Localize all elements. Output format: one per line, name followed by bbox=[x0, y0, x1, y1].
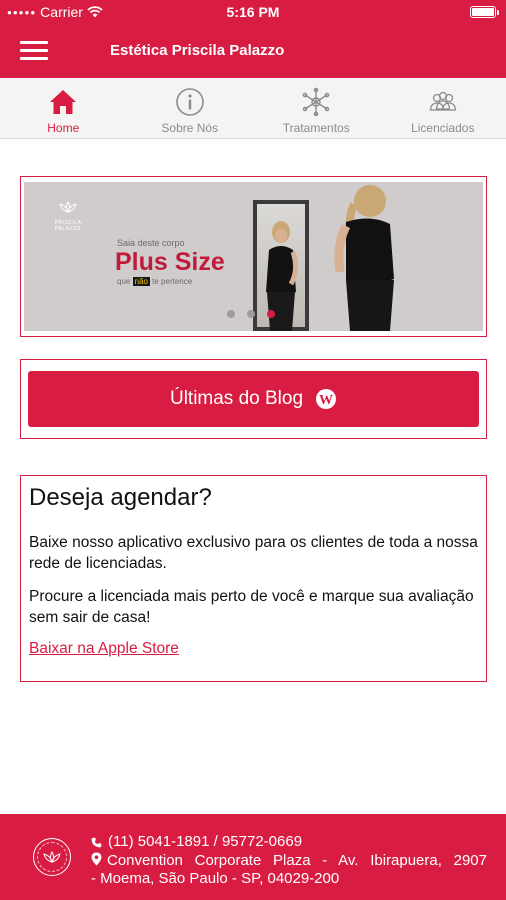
home-icon bbox=[50, 90, 77, 114]
footer-address-line1[interactable]: Convention Corporate Plaza - Av. Ibirapu… bbox=[91, 852, 487, 870]
apple-store-link[interactable]: Baixar na Apple Store bbox=[29, 640, 179, 657]
brand-text: PRISCILA PALAZZO bbox=[54, 220, 82, 232]
blog-button[interactable]: Últimas do Blog W bbox=[28, 371, 479, 427]
woman-photo-image bbox=[334, 185, 394, 331]
tab-tratamentos[interactable]: Tratamentos bbox=[253, 78, 380, 138]
info-icon bbox=[175, 88, 204, 116]
footer-logo-seal bbox=[33, 838, 71, 876]
svg-text:W: W bbox=[319, 393, 333, 408]
banner-carousel[interactable]: PRISCILA PALAZZO Saia deste corpo Plus S… bbox=[24, 182, 483, 331]
status-time: 5:16 PM bbox=[226, 4, 280, 20]
banner-card: PRISCILA PALAZZO Saia deste corpo Plus S… bbox=[20, 176, 487, 337]
tab-home-label: Home bbox=[47, 121, 80, 135]
lotus-icon bbox=[43, 851, 61, 863]
tab-tratamentos-label: Tratamentos bbox=[282, 121, 350, 135]
schedule-card: Deseja agendar? Baixe nosso aplicativo e… bbox=[20, 475, 487, 682]
brand-logo: PRISCILA PALAZZO bbox=[48, 200, 88, 232]
treatments-icon bbox=[302, 87, 330, 117]
tab-home[interactable]: Home bbox=[0, 78, 127, 138]
tab-sobre-nos-label: Sobre Nós bbox=[161, 121, 219, 135]
wordpress-icon: W bbox=[316, 389, 337, 409]
people-icon bbox=[429, 91, 456, 111]
banner-line1: Saia deste corpo bbox=[117, 238, 185, 248]
phone-icon bbox=[91, 837, 102, 847]
schedule-title: Deseja agendar? bbox=[29, 484, 212, 511]
location-pin-icon bbox=[91, 852, 102, 866]
footer-address-line1-text: Convention Corporate Plaza - Av. Ibirapu… bbox=[107, 852, 487, 869]
schedule-paragraph-1: Baixe nosso aplicativo exclusivo para os… bbox=[29, 534, 478, 572]
carousel-dot-active[interactable] bbox=[267, 310, 275, 318]
footer-address-line2[interactable]: - Moema, São Paulo - SP, 04029-200 bbox=[91, 870, 339, 888]
banner-headline: Plus Size bbox=[115, 248, 225, 276]
banner-line3: que não te pertence bbox=[117, 277, 192, 286]
carousel-dot[interactable] bbox=[247, 310, 255, 318]
tab-sobre-nos[interactable]: Sobre Nós bbox=[127, 78, 254, 138]
page-title: Estética Priscila Palazzo bbox=[110, 42, 285, 59]
battery-icon bbox=[470, 6, 499, 18]
tab-licenciados-label: Licenciados bbox=[411, 121, 475, 135]
banner-line3-highlight: não bbox=[132, 277, 150, 286]
tab-bar: Home Sobre Nós Tratamentos Licenciados bbox=[0, 78, 506, 139]
lotus-icon bbox=[59, 201, 77, 213]
banner-line3-post: te pertence bbox=[149, 277, 193, 286]
blog-card: Últimas do Blog W bbox=[20, 359, 487, 439]
carousel-dot[interactable] bbox=[227, 310, 235, 318]
status-bar: ●●●●● Carrier 5:16 PM bbox=[0, 0, 506, 26]
footer-phone[interactable]: (11) 5041-1891 / 95772-0669 bbox=[91, 833, 302, 851]
banner-line3-pre: que bbox=[117, 277, 133, 286]
hamburger-menu-button[interactable] bbox=[20, 41, 48, 63]
footer-phone-text: (11) 5041-1891 / 95772-0669 bbox=[108, 833, 303, 850]
schedule-paragraph-2: Procure a licenciada mais perto de você … bbox=[29, 588, 474, 626]
carousel-indicators bbox=[227, 310, 275, 318]
app-header: ●●●●● Carrier 5:16 PM Estética Priscila … bbox=[0, 0, 506, 78]
blog-button-label: Últimas do Blog bbox=[169, 388, 304, 409]
tab-licenciados[interactable]: Licenciados bbox=[380, 78, 506, 138]
